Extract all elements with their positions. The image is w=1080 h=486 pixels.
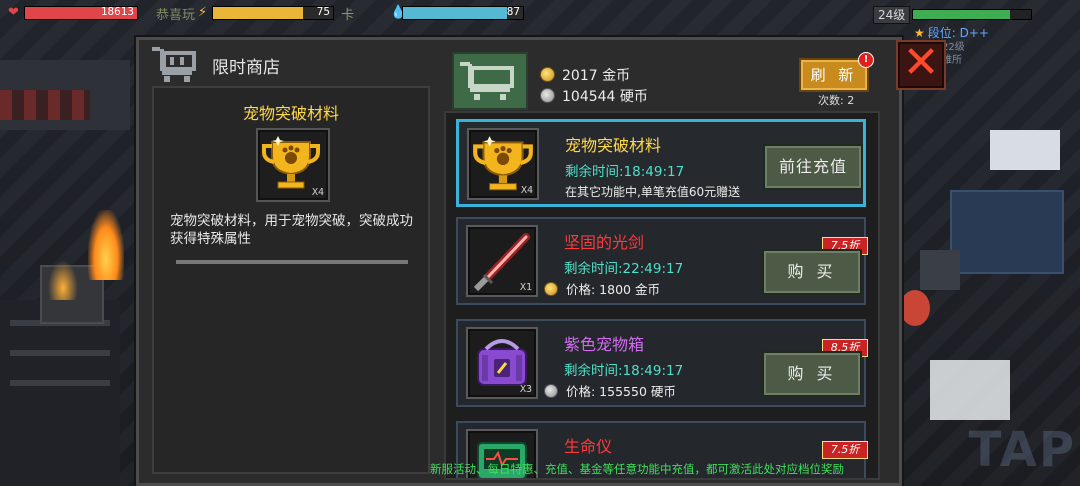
- fire-effect: [88, 210, 124, 280]
- gold-coin-icon: [544, 282, 558, 296]
- detail-description: 宠物突破材料，用于宠物突破，突破成功获得特殊属性: [170, 213, 413, 247]
- silver-balance: 104544 硬币: [540, 86, 648, 106]
- gold-coin-icon: [540, 67, 555, 82]
- shop-item-card[interactable]: X1 坚固的光剑 剩余时间:22:49:17 价格: 1800 金币 7.5折 …: [456, 217, 868, 305]
- shop-item-card[interactable]: X4 宠物突破材料 剩余时间:18:49:17 在其它功能中,单笔充值60元赠送…: [456, 119, 866, 207]
- fire-effect: [48, 260, 78, 300]
- item-qty: X4: [520, 185, 533, 196]
- buy-button[interactable]: 购 买: [762, 249, 862, 295]
- item-price-text: 价格: 1800 金币: [566, 282, 660, 297]
- shopping-cart-icon: [152, 47, 196, 82]
- item-name: 宠物突破材料: [565, 136, 662, 155]
- divider: [176, 260, 408, 264]
- wall-sign: TAP: [968, 422, 1076, 478]
- detail-qty: X4: [311, 187, 324, 198]
- item-price-text: 价格: 155550 硬币: [566, 384, 676, 399]
- gold-amount: 2017 金币: [562, 68, 631, 84]
- go-recharge-button[interactable]: 前往充值: [763, 144, 863, 190]
- item-time-left: 剩余时间:22:49:17: [564, 261, 684, 277]
- item-name: 紫色宠物箱: [564, 335, 645, 354]
- player-level: 24级: [873, 6, 911, 24]
- heart-icon: ❤: [8, 5, 19, 20]
- buy-button[interactable]: 购 买: [762, 351, 862, 397]
- item-name: 坚固的光剑: [564, 233, 645, 252]
- item-time-left: 剩余时间:18:49:17: [564, 363, 684, 379]
- ticker-text: 卡: [341, 8, 355, 23]
- item-price: 价格: 1800 金币: [544, 279, 660, 298]
- shop-item-card[interactable]: X3 紫色宠物箱 剩余时间:18:49:17 价格: 155550 硬币 8.5…: [456, 319, 868, 407]
- stamina-bar: 75: [212, 5, 334, 20]
- item-note: 在其它功能中,单笔充值60元赠送: [565, 185, 741, 199]
- item-qty: X1: [519, 282, 532, 293]
- hp-value: 18613: [100, 5, 134, 18]
- silver-amount: 104544 硬币: [562, 89, 648, 105]
- item-icon-frame: X1: [466, 225, 538, 297]
- mana-value: 87: [506, 5, 520, 18]
- detail-item-name: 宠物突破材料: [242, 104, 339, 123]
- shop-item-list[interactable]: X4 宠物突破材料 剩余时间:18:49:17 在其它功能中,单笔充值60元赠送…: [444, 111, 880, 480]
- item-detail-panel: 宠物突破材料 X4 宠物突破材料，用于宠物突破，突破成功获得特殊属性: [152, 86, 430, 474]
- gold-balance: 2017 金币: [540, 65, 630, 85]
- close-button[interactable]: ✕: [896, 40, 946, 90]
- mana-bar: 87: [402, 5, 524, 20]
- stamina-value: 75: [316, 5, 330, 18]
- hp-bar: 18613: [24, 5, 138, 20]
- item-icon-frame: X3: [466, 327, 538, 399]
- ticker-text: 恭喜玩: [156, 8, 196, 23]
- item-name: 生命仪: [564, 437, 613, 456]
- stamina-icon: ⚡: [198, 5, 208, 20]
- item-price: 价格: 155550 硬币: [544, 381, 676, 400]
- cart-tab[interactable]: [452, 52, 528, 110]
- close-icon: ✕: [902, 37, 940, 88]
- shop-title: 限时商店: [212, 58, 280, 78]
- item-qty: X3: [519, 384, 532, 395]
- discount-badge: 7.5折: [822, 441, 868, 459]
- item-time-left: 剩余时间:18:49:17: [565, 164, 685, 180]
- exp-bar: [912, 9, 1032, 20]
- silver-coin-icon: [544, 384, 558, 398]
- silver-coin-icon: [540, 88, 555, 103]
- footer-notice: 新服活动、每日特惠、充值、基金等任意功能中充值，都可激活此处对应档位奖励: [430, 462, 844, 476]
- detail-item-frame: X4: [256, 128, 330, 202]
- item-icon-frame: X4: [467, 128, 539, 200]
- notification-badge: !: [858, 52, 874, 68]
- shopping-cart-icon: [460, 62, 514, 100]
- refresh-count: 次数: 2: [818, 94, 855, 107]
